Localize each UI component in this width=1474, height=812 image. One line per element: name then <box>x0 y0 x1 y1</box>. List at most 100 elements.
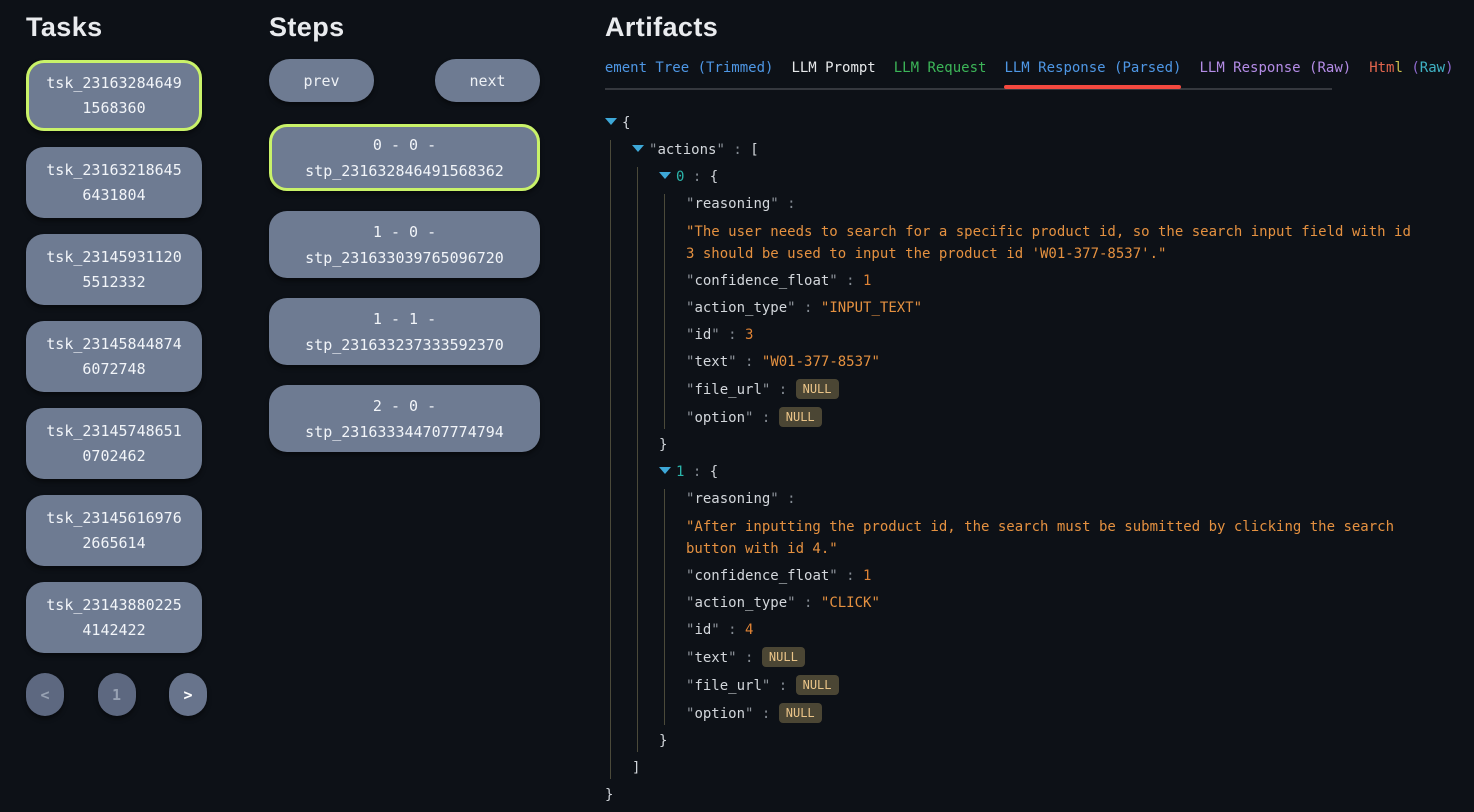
colon: : <box>684 169 709 185</box>
json-key-text: text <box>694 650 728 666</box>
json-number-value: 3 <box>745 327 753 343</box>
step-item[interactable]: 1 - 1 - stp_231633237333592370 <box>269 298 540 365</box>
json-key: "actions" <box>649 142 725 158</box>
json-key-text: option <box>694 410 745 426</box>
json-array-node: "actions" : [0 : {"reasoning" : "The use… <box>632 140 1453 779</box>
colon: : <box>737 354 762 370</box>
json-open-line: 0 : { <box>659 167 1453 188</box>
bracket: [ <box>750 142 758 158</box>
json-leaf-line: "confidence_float" : 1 <box>686 566 1453 587</box>
json-leaf-line: "id" : 4 <box>686 620 1453 641</box>
json-leaf-line: "text" : "W01-377-8537" <box>686 352 1453 373</box>
json-children: "actions" : [0 : {"reasoning" : "The use… <box>610 140 1453 779</box>
step-item[interactable]: 1 - 0 - stp_231633039765096720 <box>269 211 540 278</box>
json-close-line: } <box>605 785 1453 806</box>
tab-bar-baseline <box>605 88 1332 90</box>
quote: " <box>716 142 724 158</box>
task-item[interactable]: tsk_231458448746072748 <box>26 321 202 392</box>
json-leaf-line: "file_url" : NULL <box>686 675 1453 697</box>
json-string-value: "CLICK" <box>821 595 880 611</box>
tab-element-tree-trimmed[interactable]: Element Tree (Trimmed) <box>605 60 773 77</box>
colon: : <box>779 491 796 507</box>
json-key: "file_url" <box>686 382 770 398</box>
quote: " <box>770 196 778 212</box>
steps-next-button[interactable]: next <box>435 59 540 102</box>
task-item[interactable]: tsk_231438802254142422 <box>26 582 202 653</box>
tasks-list: tsk_231632846491568360 tsk_23163218645643… <box>26 60 207 653</box>
step-item-label: 2 - 0 - stp_231633344707774794 <box>284 393 525 445</box>
colon: : <box>753 410 778 426</box>
pagination-page-button[interactable]: 1 <box>98 673 136 716</box>
bracket: } <box>659 733 667 749</box>
json-string-value: "After inputting the product id, the sea… <box>686 516 1414 560</box>
json-children: 0 : { "reasoning" : "The user needs to se… <box>637 167 1453 752</box>
app-root: Tasks tsk_231632846491568360tsk_23163218… <box>0 0 1474 800</box>
task-item-label: tsk_231632846491568360 <box>43 71 185 121</box>
json-string-value: "INPUT_TEXT" <box>821 300 922 316</box>
json-key-text: action_type <box>694 300 787 316</box>
json-close-line: ] <box>632 758 1453 779</box>
json-key: "text" <box>686 650 737 666</box>
tasks-panel: Tasks tsk_231632846491568360tsk_23163218… <box>26 12 207 716</box>
collapse-toggle-icon[interactable] <box>605 118 617 125</box>
json-leaf-line: "text" : NULL <box>686 647 1453 669</box>
collapse-toggle-icon[interactable] <box>659 467 671 474</box>
pagination-next-button[interactable]: > <box>169 673 207 716</box>
quote: " <box>728 650 736 666</box>
step-item[interactable]: 0 - 0 - stp_231632846491568362 <box>269 124 540 191</box>
collapse-toggle-icon[interactable] <box>659 172 671 179</box>
colon: : <box>796 595 821 611</box>
task-item-label: tsk_231458448746072748 <box>43 332 185 382</box>
artifacts-tab-bar: Element Tree (Trimmed) LLM Prompt LLM Requ… <box>605 60 1453 91</box>
json-key-text: confidence_float <box>694 568 829 584</box>
json-open-line: { <box>605 113 1453 134</box>
quote: " <box>728 354 736 370</box>
tab-label: l <box>1394 60 1402 76</box>
json-key-text: action_type <box>694 595 787 611</box>
step-item[interactable]: 2 - 0 - stp_231633344707774794 <box>269 385 540 452</box>
json-close-line: } <box>659 731 1453 752</box>
tab-llm-response-parsed[interactable]: LLM Response (Parsed) <box>1004 60 1181 77</box>
json-children: "reasoning" : "After inputting the produ… <box>664 489 1453 725</box>
colon: : <box>770 382 795 398</box>
artifacts-panel: Artifacts Element Tree (Trimmed)LLM Prom… <box>605 12 1453 812</box>
tab-label: Element Tree (Trimmed) <box>605 60 773 76</box>
json-leaf-line: "reasoning" : <box>686 194 1453 215</box>
json-key-text: actions <box>657 142 716 158</box>
colon: : <box>720 327 745 343</box>
steps-panel: Steps prev next 0 - 0 - stp_231632846491… <box>269 12 540 472</box>
json-key: "action_type" <box>686 300 796 316</box>
json-key: "id" <box>686 622 720 638</box>
task-item[interactable]: tsk_231632846491568360 <box>26 60 202 131</box>
steps-heading: Steps <box>269 12 540 43</box>
step-item-label: 1 - 0 - stp_231633039765096720 <box>284 219 525 271</box>
json-leaf-line: "action_type" : "CLICK" <box>686 593 1453 614</box>
json-leaf-line: "file_url" : NULL <box>686 379 1453 401</box>
json-long-string-entry: "reasoning" : "The user needs to search … <box>686 194 1453 265</box>
json-key: "confidence_float" <box>686 568 838 584</box>
pagination-prev-button[interactable]: < <box>26 673 64 716</box>
task-item[interactable]: tsk_231459311205512332 <box>26 234 202 305</box>
step-item-label: 0 - 0 - stp_231632846491568362 <box>284 132 525 184</box>
json-key-text: text <box>694 354 728 370</box>
bracket: } <box>659 437 667 453</box>
tab-label: Htm <box>1369 60 1394 76</box>
null-badge: NULL <box>796 675 839 695</box>
tab-llm-request[interactable]: LLM Request <box>894 60 987 77</box>
tab-llm-prompt[interactable]: LLM Prompt <box>791 60 875 77</box>
collapse-toggle-icon[interactable] <box>632 145 644 152</box>
colon: : <box>796 300 821 316</box>
json-long-string-entry: "reasoning" : "After inputting the produ… <box>686 489 1453 560</box>
tab-html-raw[interactable]: Html (Raw) <box>1369 60 1453 77</box>
json-object-node: 1 : {"reasoning" : "After inputting the … <box>659 462 1453 752</box>
task-item[interactable]: tsk_231457486510702462 <box>26 408 202 479</box>
json-close-line: } <box>659 435 1453 456</box>
tab-llm-response-raw[interactable]: LLM Response (Raw) <box>1199 60 1351 77</box>
json-leaf-line: "option" : NULL <box>686 407 1453 429</box>
tab-label: Raw <box>1420 60 1445 76</box>
json-key: "option" <box>686 706 753 722</box>
task-item[interactable]: tsk_231456169762665614 <box>26 495 202 566</box>
null-badge: NULL <box>779 407 822 427</box>
steps-prev-button[interactable]: prev <box>269 59 374 102</box>
task-item[interactable]: tsk_231632186456431804 <box>26 147 202 218</box>
